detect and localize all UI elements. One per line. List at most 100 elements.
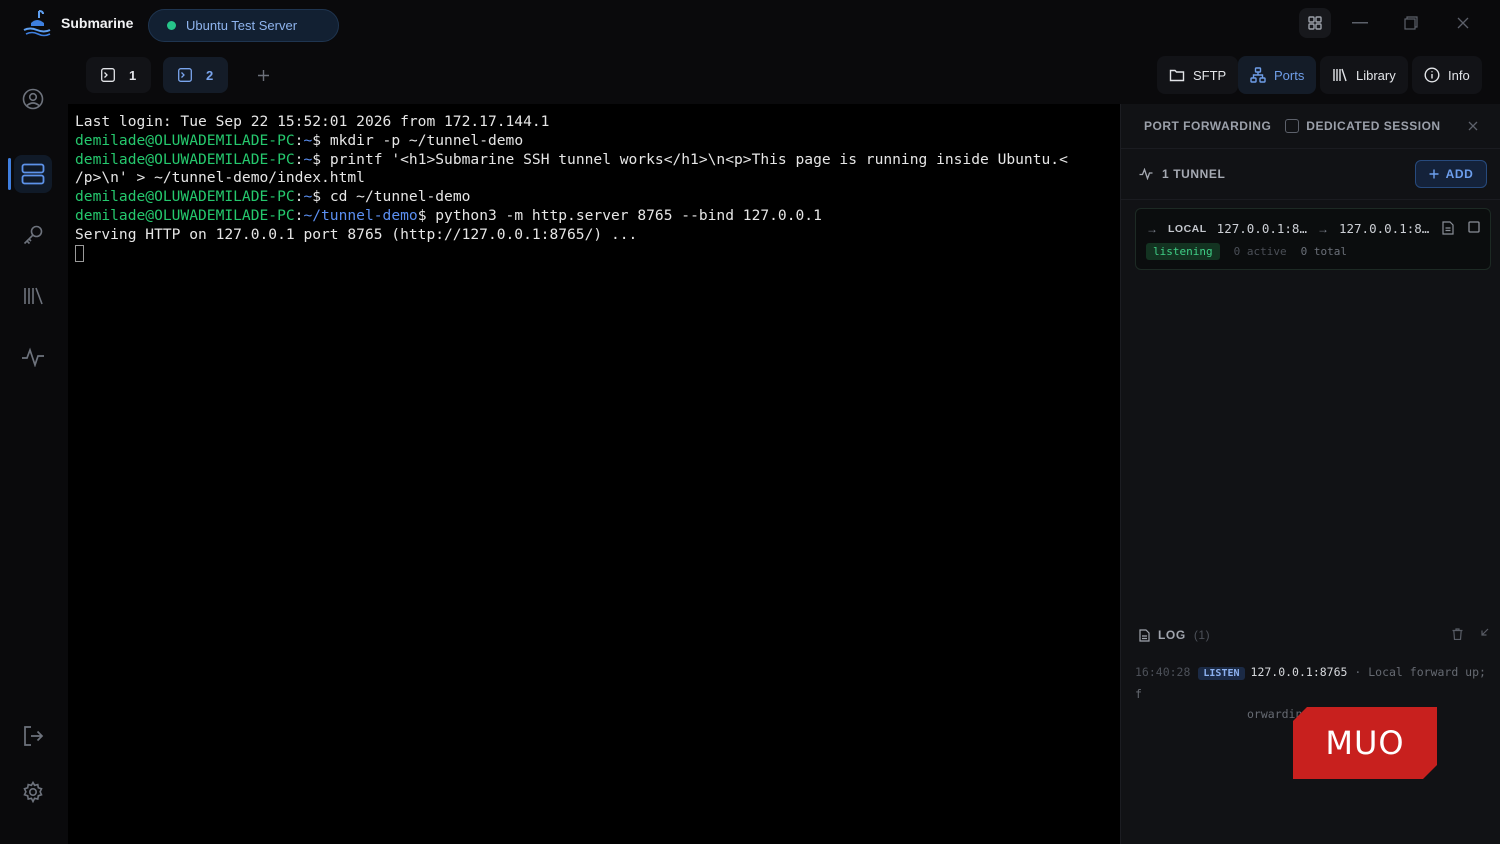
plus-icon xyxy=(1429,169,1439,179)
left-sidebar xyxy=(0,50,68,844)
tab-label: 2 xyxy=(206,67,214,83)
minimize-button[interactable] xyxy=(1344,8,1376,38)
trash-icon[interactable] xyxy=(1452,628,1463,640)
server-selector[interactable]: Ubuntu Test Server xyxy=(148,9,339,42)
add-tunnel-label: ADD xyxy=(1445,167,1474,181)
tunnel-route: → LOCAL 127.0.0.1:8… → 127.0.0.1:8… xyxy=(1146,221,1429,236)
log-tag: LISTEN xyxy=(1198,667,1245,680)
collapse-icon[interactable] xyxy=(1479,628,1489,638)
restore-icon xyxy=(1404,16,1418,30)
close-icon xyxy=(1457,17,1469,29)
tunnel-destination: 127.0.0.1:8… xyxy=(1338,221,1430,236)
sidebar-item-settings[interactable] xyxy=(14,773,52,811)
active-count: 0 active xyxy=(1233,245,1287,258)
tab-terminal-2[interactable]: 2 xyxy=(163,57,229,93)
ports-label: Ports xyxy=(1274,67,1305,83)
new-tab-button[interactable] xyxy=(245,57,281,93)
key-icon xyxy=(23,225,43,245)
log-header: LOG (1) xyxy=(1139,628,1489,642)
user-icon xyxy=(22,88,44,110)
info-button[interactable]: Info xyxy=(1412,56,1482,94)
log-address: 127.0.0.1:8765 xyxy=(1250,665,1348,679)
layout-grid-button[interactable] xyxy=(1299,8,1331,38)
activity-icon xyxy=(22,347,44,367)
tunnel-stats: listening 0 active 0 total xyxy=(1146,243,1347,260)
tab-terminal-1[interactable]: 1 xyxy=(86,57,152,93)
log-title: LOG xyxy=(1158,628,1186,642)
info-icon xyxy=(1424,67,1440,83)
prompt-path: ~ xyxy=(303,131,313,149)
folder-icon xyxy=(1169,69,1185,82)
grid-icon xyxy=(1308,16,1322,30)
muo-watermark-logo: MUO xyxy=(1293,707,1437,779)
terminal-output: Last login: Tue Sep 22 15:52:01 2026 fro… xyxy=(75,113,1068,264)
terminal-command: cd ~/tunnel-demo xyxy=(329,188,471,206)
prompt-path: ~ xyxy=(303,150,313,168)
tab-label: 1 xyxy=(129,67,137,83)
terminal-view[interactable]: Last login: Tue Sep 22 15:52:01 2026 fro… xyxy=(68,104,1120,844)
servers-icon xyxy=(21,163,45,185)
arrow-right-icon: → xyxy=(1146,221,1158,236)
prompt-user: demilade@OLUWADEMILADE-PC xyxy=(75,131,295,149)
sidebar-item-activity[interactable] xyxy=(14,338,52,376)
prompt-user: demilade@OLUWADEMILADE-PC xyxy=(75,188,295,206)
submarine-logo-icon xyxy=(23,10,51,37)
logout-icon xyxy=(24,726,44,746)
prompt-path: ~ xyxy=(303,188,313,206)
info-label: Info xyxy=(1448,67,1470,83)
sidebar-item-servers[interactable] xyxy=(14,155,52,193)
active-indicator xyxy=(8,158,11,190)
close-window-button[interactable] xyxy=(1447,8,1479,38)
log-actions xyxy=(1452,628,1489,640)
tunnel-count: 1 TUNNEL xyxy=(1162,167,1226,181)
log-count: (1) xyxy=(1193,628,1211,642)
file-log-icon[interactable] xyxy=(1442,221,1454,235)
prompt-user: demilade@OLUWADEMILADE-PC xyxy=(75,206,295,224)
log-time: 16:40:28 xyxy=(1135,665,1191,679)
sftp-label: SFTP xyxy=(1193,67,1227,83)
add-tunnel-button[interactable]: ADD xyxy=(1415,160,1487,188)
sidebar-item-keys[interactable] xyxy=(14,216,52,254)
stop-icon[interactable] xyxy=(1468,221,1480,233)
status-badge: listening xyxy=(1146,243,1220,260)
terminal-line: Serving HTTP on 127.0.0.1 port 8765 (htt… xyxy=(75,225,638,243)
app-name: Submarine xyxy=(61,15,134,31)
library-icon xyxy=(1333,68,1347,82)
sidebar-item-library[interactable] xyxy=(14,277,52,315)
sftp-button[interactable]: SFTP xyxy=(1157,56,1239,94)
dedicated-session-checkbox[interactable] xyxy=(1285,119,1300,133)
panel-close-button[interactable] xyxy=(1468,118,1478,134)
watermark-text: MUO xyxy=(1325,724,1405,762)
terminal-command: mkdir -p ~/tunnel-demo xyxy=(329,131,524,149)
ports-button[interactable]: Ports xyxy=(1238,56,1317,94)
dedicated-session-toggle[interactable]: DEDICATED SESSION xyxy=(1285,119,1440,133)
arrow-right-icon: → xyxy=(1316,221,1329,236)
terminal-command: printf '<h1>Submarine SSH tunnel works</… xyxy=(329,150,1068,168)
tunnel-card[interactable]: → LOCAL 127.0.0.1:8… → 127.0.0.1:8… list… xyxy=(1135,208,1491,270)
tunnel-source: 127.0.0.1:8… xyxy=(1216,221,1307,236)
sidebar-item-logout[interactable] xyxy=(14,717,52,755)
terminal-icon xyxy=(178,68,192,82)
maximize-button[interactable] xyxy=(1395,8,1427,38)
plus-icon xyxy=(257,69,269,81)
terminal-command: python3 -m http.server 8765 --bind 127.0… xyxy=(435,206,822,224)
tunnel-actions xyxy=(1442,221,1480,235)
dedicated-session-label: DEDICATED SESSION xyxy=(1306,119,1441,133)
library-icon xyxy=(24,287,43,305)
activity-icon xyxy=(1139,168,1153,180)
tunnel-header: 1 TUNNEL ADD xyxy=(1121,148,1500,200)
server-status-dot xyxy=(167,21,176,30)
prompt-path: ~/tunnel-demo xyxy=(303,206,418,224)
network-icon xyxy=(1250,67,1266,83)
server-name: Ubuntu Test Server xyxy=(186,18,298,33)
total-count: 0 total xyxy=(1300,245,1347,258)
title-bar: Submarine Ubuntu Test Server xyxy=(0,0,1500,50)
settings-icon xyxy=(23,781,43,803)
library-button[interactable]: Library xyxy=(1320,56,1408,94)
close-icon xyxy=(1468,121,1478,131)
sidebar-item-profile[interactable] xyxy=(14,80,52,118)
panel-title: PORT FORWARDING xyxy=(1144,119,1272,133)
minimize-icon xyxy=(1352,22,1368,24)
terminal-command-wrap: /p>\n' > ~/tunnel-demo/index.html xyxy=(75,169,365,187)
panel-header: PORT FORWARDING DEDICATED SESSION xyxy=(1121,104,1500,148)
